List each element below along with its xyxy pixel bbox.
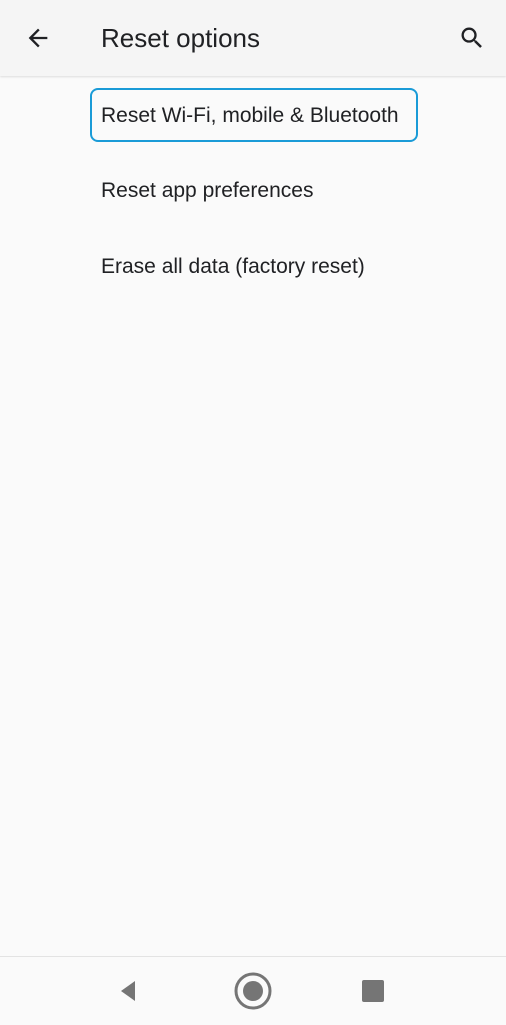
search-icon bbox=[461, 27, 482, 48]
nav-recents-button[interactable] bbox=[349, 967, 397, 1015]
reset-app-preferences-option[interactable]: Reset app preferences bbox=[101, 177, 313, 205]
factory-reset-option[interactable]: Erase all data (factory reset) bbox=[101, 253, 365, 281]
search-button[interactable] bbox=[448, 14, 496, 62]
arrow-back-icon bbox=[28, 28, 48, 48]
nav-home-button[interactable] bbox=[229, 967, 277, 1015]
page-title: Reset options bbox=[101, 23, 260, 53]
square-recents-icon bbox=[362, 980, 384, 1002]
circle-home-icon bbox=[234, 972, 272, 1010]
triangle-back-icon bbox=[121, 981, 135, 1001]
back-button[interactable] bbox=[14, 14, 62, 62]
app-bar: Reset options bbox=[0, 0, 506, 76]
system-nav-bar bbox=[0, 956, 506, 1025]
nav-back-button[interactable] bbox=[106, 967, 154, 1015]
reset-network-option[interactable]: Reset Wi-Fi, mobile & Bluetooth bbox=[101, 102, 399, 130]
